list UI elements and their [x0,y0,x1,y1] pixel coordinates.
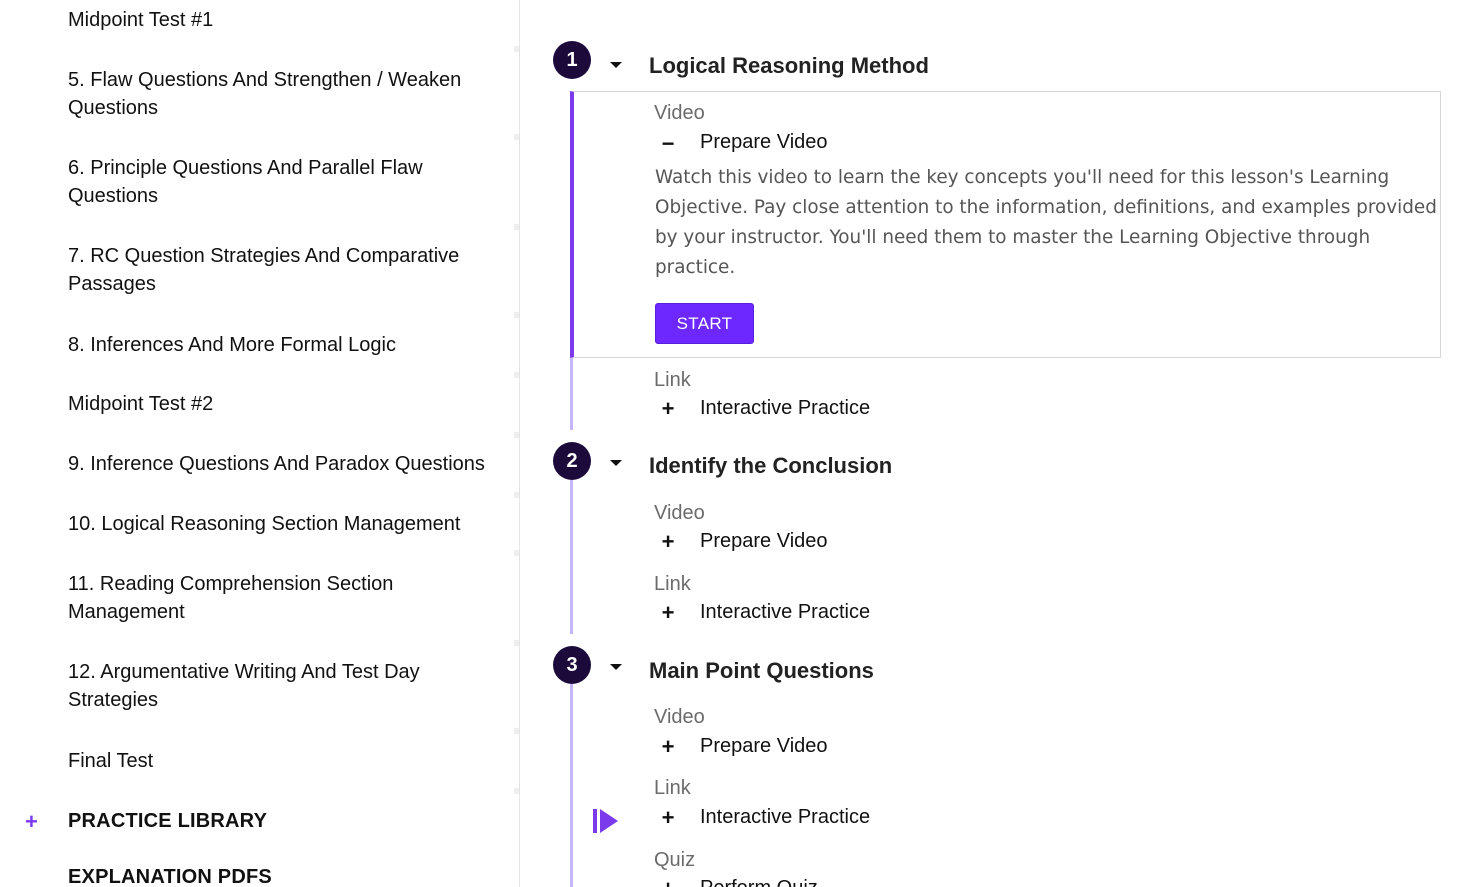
sidebar-item-inferences-formal-logic[interactable]: 8. Inferences And More Formal Logic [68,331,498,359]
play-bar-icon [593,809,618,833]
caret-down-icon[interactable] [610,664,622,670]
item-type-label: Link [654,369,691,391]
timeline-segment [570,684,573,887]
expand-icon[interactable]: + [660,531,676,553]
sidebar-section-practice-library[interactable]: PRACTICE LIBRARY [68,810,267,833]
expand-icon[interactable]: + [660,807,676,829]
item-type-label: Quiz [654,849,696,871]
item-title-interactive-practice[interactable]: Interactive Practice [700,806,870,829]
start-button[interactable]: START [655,303,754,344]
item-title-prepare-video[interactable]: Prepare Video [700,530,828,553]
lesson-timeline: 1 Logical Reasoning Method Video − Prepa… [520,0,1461,887]
timeline-segment [570,480,573,634]
practice-library-expand-icon[interactable]: + [25,811,38,833]
timeline-segment [570,358,573,430]
sidebar-item-flaw-questions[interactable]: 5. Flaw Questions And Strengthen / Weake… [68,66,498,122]
lesson-number-badge: 2 [553,442,591,480]
expand-icon[interactable]: + [660,736,676,758]
item-type-label: Link [654,573,691,595]
sidebar-item-inference-paradox[interactable]: 9. Inference Questions And Paradox Quest… [68,450,498,478]
sidebar-item-rc-section-management[interactable]: 11. Reading Comprehension Section Manage… [68,570,498,626]
sidebar-section-explanation-pdfs[interactable]: EXPLANATION PDFS [68,866,272,887]
caret-down-icon[interactable] [610,62,622,68]
lesson-title[interactable]: Identify the Conclusion [649,453,892,479]
caret-down-icon[interactable] [610,460,622,466]
item-title-interactive-practice[interactable]: Interactive Practice [700,397,870,420]
item-title-interactive-practice[interactable]: Interactive Practice [700,601,870,624]
item-type-label: Video [654,706,705,728]
sidebar-item-principle-questions[interactable]: 6. Principle Questions And Parallel Flaw… [68,154,498,210]
item-description: Watch this video to learn the key concep… [655,167,1437,278]
collapse-icon[interactable]: − [660,133,676,155]
sidebar-item-lr-section-management[interactable]: 10. Logical Reasoning Section Management [68,510,498,538]
lesson-number-badge: 3 [553,646,591,684]
sidebar-item-midpoint-test-1[interactable]: Midpoint Test #1 [68,6,498,34]
lesson-title[interactable]: Main Point Questions [649,658,874,684]
course-sidebar: Midpoint Test #1 5. Flaw Questions And S… [0,0,519,887]
item-type-label: Video [654,102,705,124]
lesson-title[interactable]: Logical Reasoning Method [649,53,929,79]
sidebar-item-midpoint-test-2[interactable]: Midpoint Test #2 [68,390,498,418]
expand-icon[interactable]: + [660,398,676,420]
expand-icon[interactable]: + [660,602,676,624]
item-title-prepare-video[interactable]: Prepare Video [700,735,828,758]
item-type-label: Link [654,777,691,799]
sidebar-item-final-test[interactable]: Final Test [68,747,498,775]
item-title-prepare-video[interactable]: Prepare Video [700,131,828,154]
item-type-label: Video [654,502,705,524]
item-title-perform-quiz[interactable]: Perform Quiz [700,877,818,887]
sidebar-item-rc-question-strategies[interactable]: 7. RC Question Strategies And Comparativ… [68,242,498,298]
sidebar-item-argumentative-writing[interactable]: 12. Argumentative Writing And Test Day S… [68,658,498,714]
lesson-number-badge: 1 [553,41,591,79]
expand-icon[interactable]: + [660,878,676,887]
